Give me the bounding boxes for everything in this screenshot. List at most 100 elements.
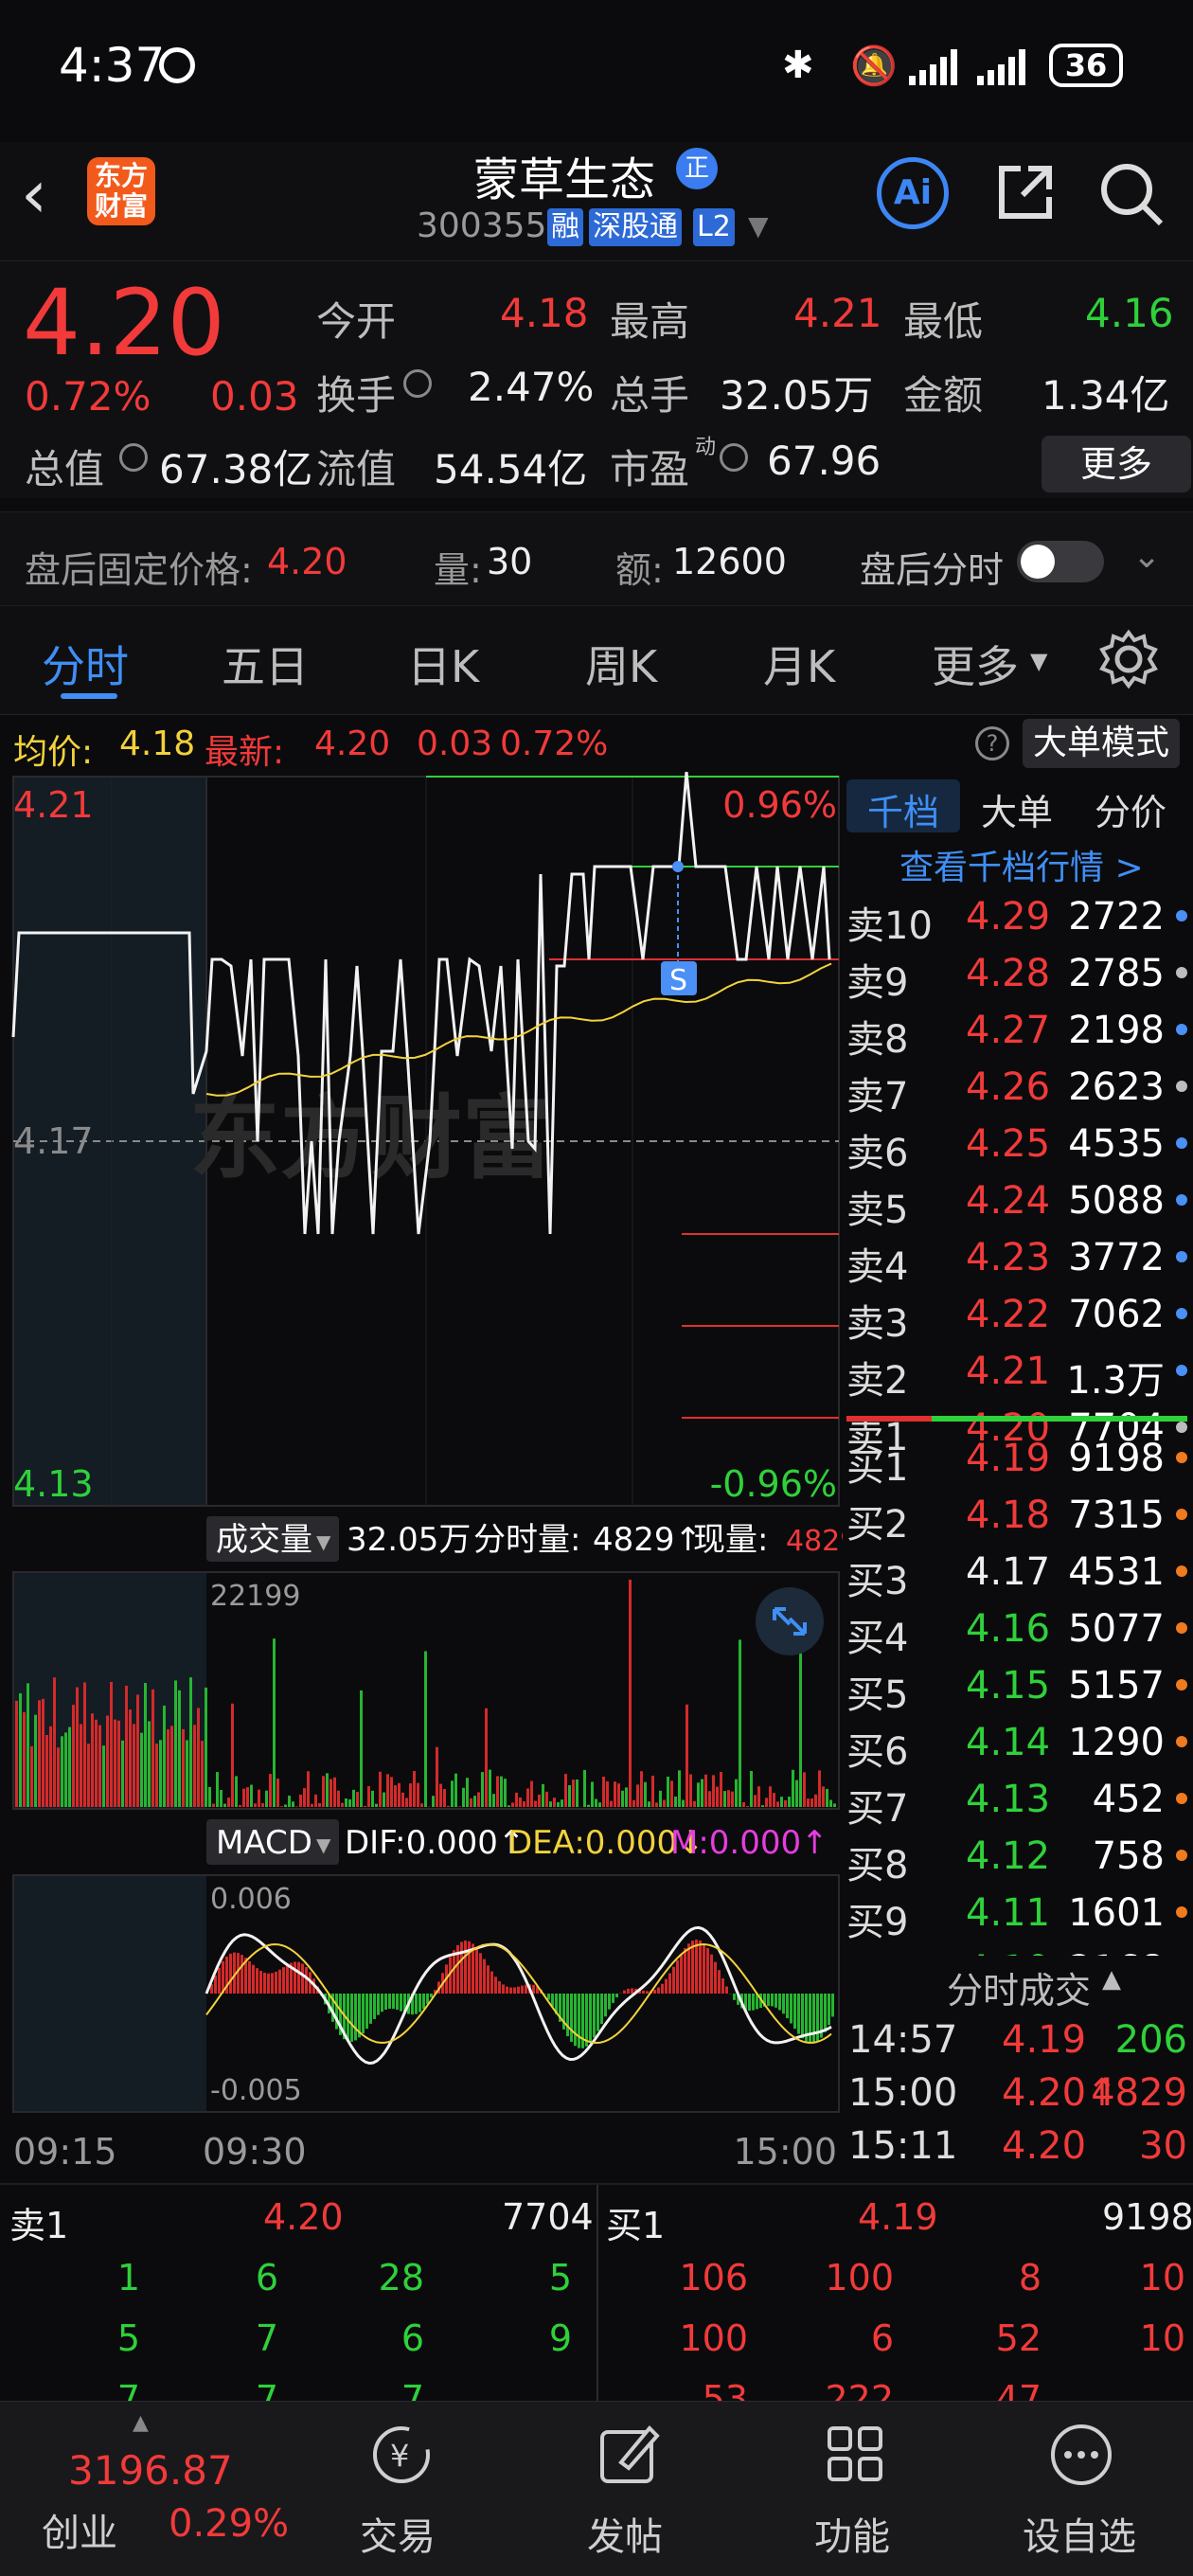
expand-button[interactable] xyxy=(756,1587,824,1655)
volume-bar xyxy=(329,1779,332,1807)
open-value: 4.18 xyxy=(500,290,589,336)
tab-five-day[interactable]: 五日 xyxy=(222,633,309,695)
after-hours-vol-label: 量: xyxy=(434,549,482,591)
macd-pre-market-shade xyxy=(13,1875,206,2112)
help-icon[interactable]: ? xyxy=(975,726,1009,760)
order-dot xyxy=(1176,1793,1187,1804)
tab-indicator xyxy=(61,693,117,699)
bid-volume: 9198 xyxy=(1068,1437,1165,1480)
bid-row[interactable]: 买9 4.11 1601 xyxy=(843,1889,1193,1944)
ask-row[interactable]: 卖7 4.26 2623 xyxy=(843,1064,1193,1118)
dropdown-icon[interactable]: ▼ xyxy=(748,210,769,242)
volume-bar xyxy=(470,1798,472,1807)
nav-post[interactable]: 发帖 xyxy=(511,2402,739,2576)
volume-bar xyxy=(250,1784,253,1807)
after-hours-toggle[interactable] xyxy=(1017,541,1104,582)
back-button[interactable]: ‹ xyxy=(21,161,47,227)
volume-bar xyxy=(682,1799,685,1807)
bid-row[interactable]: 买3 4.17 4531 xyxy=(843,1548,1193,1603)
trades-label[interactable]: 分时成交 xyxy=(947,1961,1091,2013)
macd-bar xyxy=(494,1977,497,1994)
info-icon[interactable] xyxy=(119,443,148,472)
share-icon[interactable] xyxy=(992,159,1059,225)
volume-bar xyxy=(757,1786,760,1807)
macd-bar xyxy=(752,1994,755,2011)
volume-bar xyxy=(34,1714,37,1807)
volume-bar xyxy=(53,1677,56,1807)
queue-bid-vol: 9198 xyxy=(1102,2196,1193,2238)
bid-row[interactable]: 买1 4.19 9198 xyxy=(843,1435,1193,1490)
tab-price-dist[interactable]: 分价 xyxy=(1095,783,1166,835)
volume-bar xyxy=(375,1803,378,1807)
nav-index[interactable]: ▲ 3196.87 创业 0.29% xyxy=(0,2402,289,2576)
tab-thousand[interactable]: 千档 xyxy=(867,783,939,835)
bid-row[interactable]: 买2 4.18 7315 xyxy=(843,1492,1193,1547)
tab-daily-k[interactable]: 日K xyxy=(407,633,479,695)
latest-pct: 0.72% xyxy=(500,724,609,763)
tab-weekly-k[interactable]: 周K xyxy=(585,633,657,695)
bid-row[interactable]: 买4 4.16 5077 xyxy=(843,1605,1193,1660)
bid-row[interactable]: 买8 4.12 758 xyxy=(843,1833,1193,1887)
eastmoney-logo[interactable]: 东方 财富 xyxy=(87,157,155,225)
ask-row[interactable]: 卖3 4.22 7062 xyxy=(843,1291,1193,1346)
ask-row[interactable]: 卖10 4.29 2722 xyxy=(843,893,1193,948)
macd-bar xyxy=(710,1954,713,1994)
ai-button[interactable]: Ai xyxy=(877,157,949,229)
nav-trade[interactable]: ¥ 交易 xyxy=(284,2402,511,2576)
more-button[interactable]: 更多 xyxy=(1042,436,1191,492)
volume-bar xyxy=(564,1774,567,1807)
nav-features[interactable]: 功能 xyxy=(739,2402,966,2576)
macd-bar xyxy=(498,1980,501,1994)
low-label: 最低 xyxy=(903,298,984,345)
trade-volume: 206 xyxy=(1114,2018,1187,2062)
bid-volume: 452 xyxy=(1092,1778,1165,1821)
bid-row[interactable]: 买6 4.14 1290 xyxy=(843,1719,1193,1774)
intraday-chart-area[interactable]: 东方财富 S 4.21 4.17 4.13 0.96% -0.96% 成交量 ▼… xyxy=(0,771,858,2183)
macd-bar xyxy=(767,1994,770,2007)
gear-icon[interactable] xyxy=(1098,629,1159,689)
volume-bar xyxy=(799,1633,802,1807)
macd-bar xyxy=(547,1994,550,2000)
nav-add-watchlist[interactable]: 设自选 xyxy=(966,2402,1193,2576)
info-icon[interactable] xyxy=(720,443,748,472)
order-dot xyxy=(1176,1365,1187,1376)
large-order-mode-button[interactable]: 大单模式 xyxy=(1023,719,1180,768)
ask-row[interactable]: 卖9 4.28 2785 xyxy=(843,950,1193,1005)
tab-monthly-k[interactable]: 月K xyxy=(763,633,835,695)
ask-row[interactable]: 卖2 4.21 1.3万 xyxy=(843,1348,1193,1403)
macd-bar xyxy=(381,1994,383,2012)
ask-row[interactable]: 卖6 4.25 4535 xyxy=(843,1120,1193,1175)
bid-price: 4.14 xyxy=(966,1721,1051,1764)
period-tabs: 分时 五日 日K 周K 月K 更多 ▼ xyxy=(0,606,1193,715)
alarm-icon xyxy=(159,47,195,83)
ask-row[interactable]: 卖4 4.23 3772 xyxy=(843,1234,1193,1289)
volume-bar xyxy=(515,1792,518,1807)
queue-ask-cell: 6 xyxy=(255,2257,278,2299)
volume-scale: 22199 xyxy=(210,1580,300,1613)
volume-bar xyxy=(466,1778,469,1807)
caret-down-icon: ▼ xyxy=(316,1530,331,1553)
bid-row[interactable]: 买7 4.13 452 xyxy=(843,1776,1193,1831)
volume-bar xyxy=(659,1790,662,1807)
search-icon[interactable] xyxy=(1096,159,1166,229)
ask-row[interactable]: 卖8 4.27 2198 xyxy=(843,1007,1193,1062)
queue-bid-label: 买1 xyxy=(606,2205,666,2246)
queue-ask-vol: 7704 xyxy=(502,2196,594,2238)
tab-more[interactable]: 更多 xyxy=(932,633,1019,695)
order-dot xyxy=(1176,1452,1187,1463)
bid-row[interactable]: 买5 4.15 5157 xyxy=(843,1662,1193,1717)
view-thousand-link[interactable]: 查看千档行情 > xyxy=(899,840,1144,889)
volume-bar xyxy=(648,1801,650,1807)
tab-fenshi[interactable]: 分时 xyxy=(42,633,129,695)
volume-bar xyxy=(708,1791,711,1807)
volume-bar xyxy=(750,1770,753,1807)
volume-bar xyxy=(576,1779,579,1807)
volume-bar xyxy=(610,1800,613,1807)
ask-level: 卖9 xyxy=(846,961,909,1005)
tab-large-order[interactable]: 大单 xyxy=(981,783,1053,835)
info-icon[interactable] xyxy=(403,369,432,398)
queue-bid-cell: 52 xyxy=(995,2317,1042,2359)
ask-row[interactable]: 卖5 4.24 5088 xyxy=(843,1177,1193,1232)
chevron-down-icon[interactable]: ⌄ xyxy=(1132,537,1161,576)
bid-price: 4.12 xyxy=(966,1834,1051,1878)
